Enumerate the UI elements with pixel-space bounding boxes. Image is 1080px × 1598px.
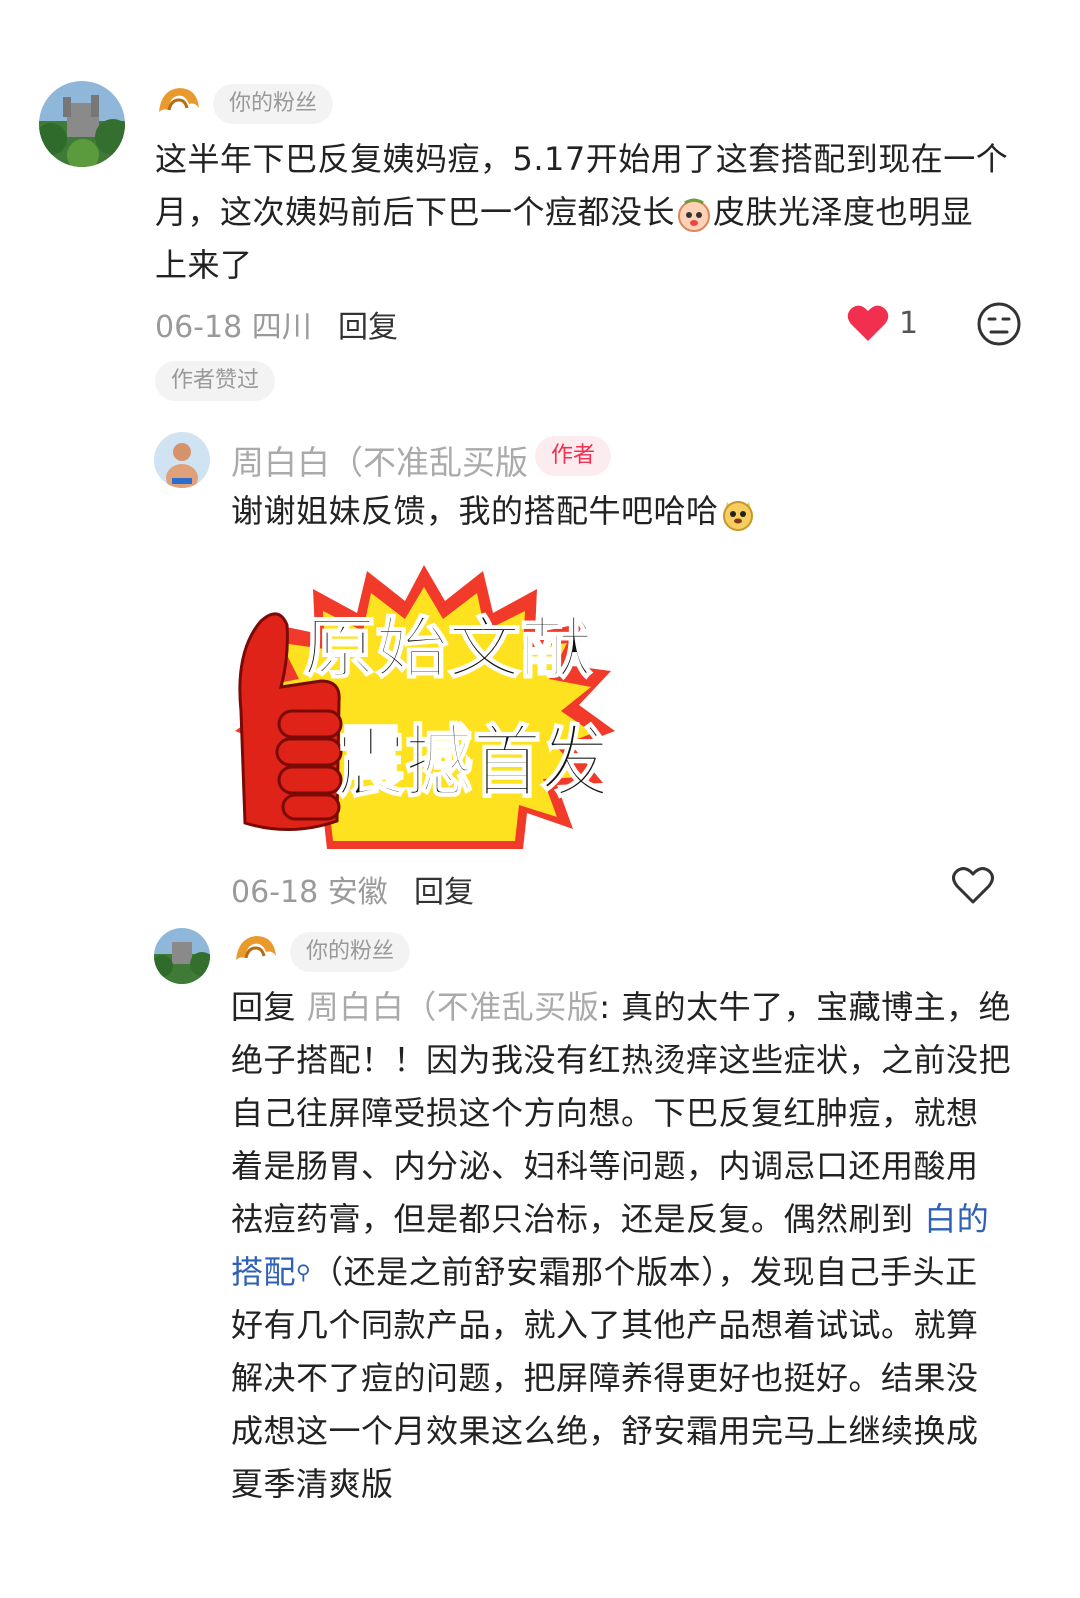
like-count: 1 [899, 306, 919, 341]
unamused-face-icon[interactable] [976, 301, 1022, 347]
avatar[interactable] [154, 928, 210, 984]
comment-text: 这半年下巴反复姨妈痘，5.17开始用了这套搭配到现在一个 月，这次姨妈前后下巴一… [155, 133, 1045, 292]
reply-line: 回复 周白白（不准乱买版: 真的太牛了，宝藏博主，绝 [231, 988, 1012, 1026]
fan-tag: 你的粉丝 [290, 932, 411, 972]
search-link[interactable]: 搭配 [231, 1253, 296, 1291]
comment-line: 这半年下巴反复姨妈痘，5.17开始用了这套搭配到现在一个 [155, 140, 1009, 178]
heart-filled-icon[interactable] [846, 303, 890, 343]
reply-line: 成想这一个月效果这么绝，舒安霜用完马上继续换成 [231, 1412, 979, 1450]
reply-line: 夏季清爽版 [231, 1465, 394, 1503]
blushing-emoji-icon [675, 195, 713, 233]
sticker-text-line1: 原始文献 [303, 610, 593, 687]
reply-line: 解决不了痘的问题，把屏障养得更好也挺好。结果没 [231, 1359, 979, 1397]
croissant-icon [232, 930, 278, 974]
search-link[interactable]: 白的 [924, 1200, 989, 1238]
reply-button[interactable]: 回复 [414, 867, 474, 911]
comment-line: 上来了 [155, 246, 253, 284]
avatar[interactable] [154, 432, 210, 488]
fan-tag: 你的粉丝 [213, 84, 334, 124]
reply-line: 着是肠胃、内分泌、妇科等问题，内调忌口还用酸用 [231, 1147, 979, 1185]
reply-text: 谢谢姐妹反馈，我的搭配牛吧哈哈 [231, 485, 757, 538]
reply-line: 好有几个同款产品，就入了其他产品想着试试。就算 [231, 1306, 979, 1344]
reply-date-location: 06-18 安徽 [231, 875, 388, 910]
comment-line: 月，这次姨妈前后下巴一个痘都没长 皮肤光泽度也明显 [155, 193, 974, 233]
cute-dog-emoji-icon [719, 494, 757, 532]
reply-line: 祛痘药膏，但是都只治标，还是反复。偶然刷到 白的 [231, 1200, 990, 1238]
search-icon[interactable]: ⚲ [296, 1260, 311, 1284]
heart-outline-icon[interactable] [950, 864, 996, 906]
sticker-image[interactable]: 原始文献 震撼首发 [231, 561, 617, 850]
sticker-text-line2: 震撼首发 [337, 718, 609, 808]
reply-line: 绝子搭配！！因为我没有红热烫痒这些症状，之前没把 [231, 1041, 1012, 1079]
author-liked-badge: 作者赞过 [155, 361, 276, 401]
author-badge: 作者 [535, 436, 612, 476]
reply-text: 回复 周白白（不准乱买版: 真的太牛了，宝藏博主，绝 绝子搭配！！因为我没有红热… [231, 981, 1046, 1511]
croissant-icon [155, 82, 201, 126]
username[interactable]: 周白白（不准乱买版 [231, 436, 528, 484]
comment-date-location: 06-18 四川 [155, 310, 312, 345]
reply-line: 自己往屏障受损这个方向想。下巴反复红肿痘，就想 [231, 1094, 979, 1132]
reply-line: 搭配⚲（还是之前舒安霜那个版本），发现自己手头正 [231, 1253, 978, 1291]
reply-button[interactable]: 回复 [338, 302, 398, 346]
avatar[interactable] [39, 81, 125, 167]
reply-to-username[interactable]: 周白白（不准乱买版 [307, 988, 600, 1026]
